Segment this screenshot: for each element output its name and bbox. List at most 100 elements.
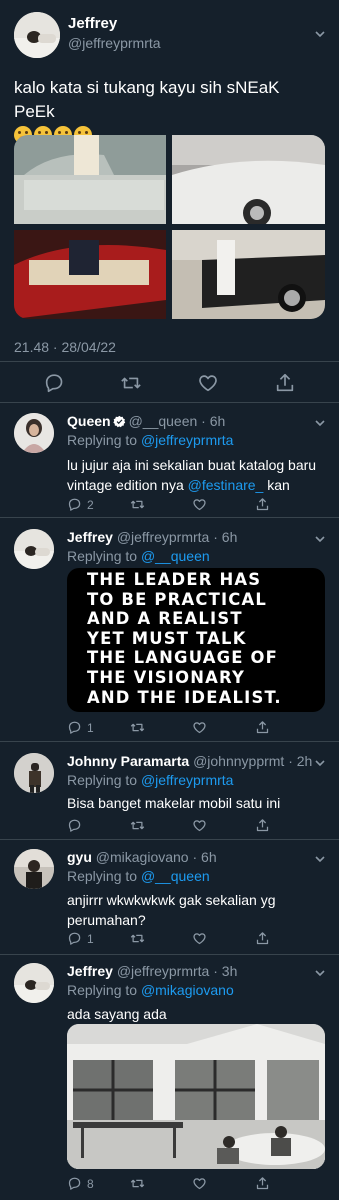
reply-text: anjirrr wkwkwkwk gak sekalian yg perumah… [67, 892, 276, 928]
share-icon[interactable] [255, 931, 270, 946]
avatar[interactable] [14, 529, 54, 569]
quote-line: AND A REALIST [87, 609, 243, 629]
mention-link[interactable]: @festinare_ [188, 477, 264, 493]
retweet-icon[interactable] [130, 931, 145, 946]
reply-icon[interactable] [67, 818, 82, 833]
quote-line: TO BE PRACTICAL [87, 589, 268, 609]
like-icon[interactable] [192, 931, 207, 946]
verified-icon [112, 415, 125, 428]
reply-count: 1 [87, 932, 94, 946]
author-meta: @__queen · 6h [128, 413, 226, 429]
reply-actions: 2 [67, 497, 277, 513]
author-name[interactable]: Johnny Paramarta [67, 753, 189, 769]
reply-header: Jeffrey @jeffreyprmrta · 3h [67, 963, 237, 979]
quote-line: YET MUST TALK [87, 628, 247, 648]
chevron-down-icon[interactable] [314, 967, 326, 979]
replying-to: Replying to @__queen [67, 548, 210, 564]
avatar[interactable] [14, 12, 60, 58]
replying-to: Replying to @jeffreyprmrta [67, 432, 233, 448]
share-icon[interactable] [255, 497, 270, 512]
share-icon[interactable] [255, 818, 270, 833]
replying-to-label: Replying to [67, 432, 138, 448]
quote-image[interactable]: THE LEADER HAS TO BE PRACTICAL AND A REA… [67, 568, 325, 712]
like-icon[interactable] [197, 372, 219, 394]
reply-text-content: kan [263, 477, 290, 493]
like-icon[interactable] [192, 497, 207, 512]
divider [0, 839, 339, 840]
share-icon[interactable] [274, 372, 296, 394]
mention-link[interactable]: @__queen [141, 868, 210, 884]
avatar[interactable] [14, 963, 54, 1003]
author-name[interactable]: Jeffrey [67, 529, 113, 545]
reply-header: gyu @mikagiovano · 6h [67, 849, 217, 865]
avatar[interactable] [14, 849, 54, 889]
reply-actions: 1 [67, 720, 277, 736]
mention-link[interactable]: @__queen [141, 548, 210, 564]
media-photo[interactable] [14, 230, 166, 319]
media-photo[interactable] [67, 1024, 325, 1169]
tweet-timestamp: 21.48 · 28/04/22 [14, 339, 116, 355]
replying-to: Replying to @mikagiovano [67, 982, 234, 998]
replying-to-label: Replying to [67, 772, 138, 788]
reply-actions [67, 818, 277, 834]
mention-link[interactable]: @jeffreyprmrta [141, 432, 234, 448]
reply-text: lu jujur aja ini sekalian buat katalog b… [67, 455, 327, 495]
reply-actions: 8 [67, 1176, 277, 1192]
author-meta: @mikagiovano · 6h [95, 849, 217, 865]
author-name[interactable]: Jeffrey [67, 963, 113, 979]
reply-text: Bisa banget makelar mobil satu ini [67, 795, 281, 811]
reply-icon[interactable] [67, 931, 82, 946]
author-meta: @johnnypprmt · 2h [193, 753, 313, 769]
quote-line: AND THE IDEALIST. [87, 687, 282, 707]
retweet-icon[interactable] [130, 497, 145, 512]
reply-header: Johnny Paramarta @johnnypprmt · 2h [67, 753, 312, 769]
retweet-icon[interactable] [130, 720, 145, 735]
retweet-icon[interactable] [120, 372, 142, 394]
media-photo[interactable] [14, 135, 166, 224]
quote-line: THE LEADER HAS [87, 570, 262, 589]
mention-link[interactable]: @jeffreyprmrta [141, 772, 234, 788]
share-icon[interactable] [255, 720, 270, 735]
chevron-down-icon[interactable] [314, 757, 326, 769]
reply-actions: 1 [67, 931, 277, 947]
replying-to-label: Replying to [67, 982, 138, 998]
author-handle[interactable]: @jeffreyprmrta [68, 35, 161, 51]
replying-to-label: Replying to [67, 548, 138, 564]
tweet-actions [0, 372, 339, 396]
mention-link[interactable]: @mikagiovano [141, 982, 234, 998]
author-name[interactable]: Jeffrey [68, 15, 117, 32]
chevron-down-icon[interactable] [314, 417, 326, 429]
chevron-down-icon[interactable] [314, 533, 326, 545]
retweet-icon[interactable] [130, 818, 145, 833]
reply-icon[interactable] [67, 720, 82, 735]
quote-line: THE VISIONARY [87, 667, 246, 687]
author-name[interactable]: gyu [67, 849, 92, 865]
author-meta: @jeffreyprmrta · 3h [116, 963, 238, 979]
chevron-down-icon[interactable] [314, 28, 326, 40]
author-meta: @jeffreyprmrta · 6h [116, 529, 238, 545]
retweet-icon[interactable] [130, 1176, 145, 1191]
media-photo[interactable] [172, 135, 325, 224]
share-icon[interactable] [255, 1176, 270, 1191]
chevron-down-icon[interactable] [314, 853, 326, 865]
quote-text: THE LEADER HAS TO BE PRACTICAL AND A REA… [87, 570, 317, 707]
media-photo[interactable] [172, 230, 325, 319]
reply-icon[interactable] [43, 372, 65, 394]
reply-count: 1 [87, 721, 94, 735]
reply-text: ada sayang ada [67, 1006, 167, 1022]
replying-to-label: Replying to [67, 868, 138, 884]
divider [0, 361, 339, 362]
avatar[interactable] [14, 753, 54, 793]
reply-count: 8 [87, 1177, 94, 1191]
author-name[interactable]: Queen [67, 413, 111, 429]
avatar[interactable] [14, 413, 54, 453]
like-icon[interactable] [192, 818, 207, 833]
quote-line: THE LANGUAGE OF [87, 648, 279, 668]
reply-icon[interactable] [67, 497, 82, 512]
like-icon[interactable] [192, 720, 207, 735]
media-grid [14, 135, 325, 319]
reply-header: Queen @__queen · 6h [67, 413, 225, 429]
reply-icon[interactable] [67, 1176, 82, 1191]
divider [0, 517, 339, 518]
like-icon[interactable] [192, 1176, 207, 1191]
